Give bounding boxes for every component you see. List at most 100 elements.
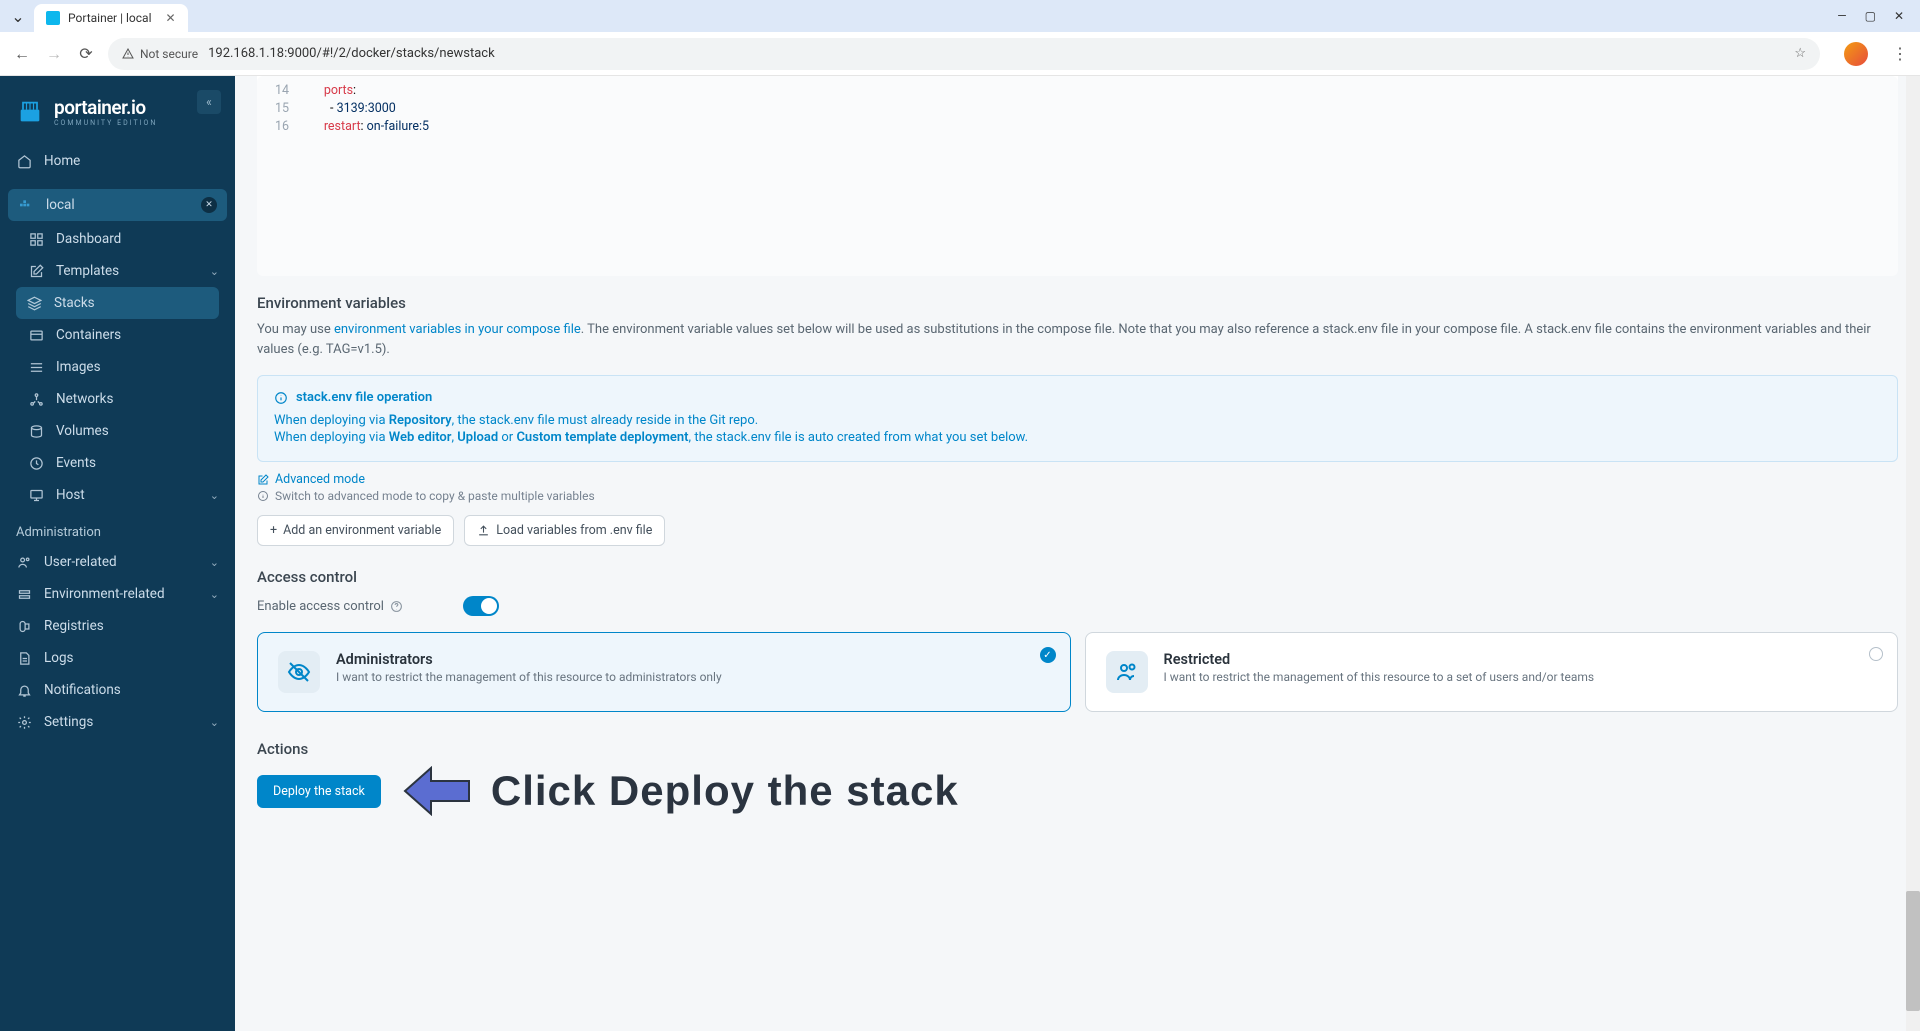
main-content: 141516 ports: - 3139:3000 restart: on-fa…: [235, 76, 1920, 1031]
unselected-radio-icon: [1869, 647, 1883, 661]
sidebar-item-images[interactable]: Images: [0, 351, 235, 383]
browser-menu-icon[interactable]: ⋮: [1892, 44, 1908, 63]
sidebar: « portainer.io COMMUNITY EDITION Home lo…: [0, 76, 235, 1031]
bell-icon: [16, 682, 32, 698]
access-card-desc: I want to restrict the management of thi…: [1164, 670, 1878, 684]
sidebar-collapse-button[interactable]: «: [197, 90, 221, 114]
scrollbar-thumb[interactable]: [1906, 891, 1920, 1011]
events-icon: [28, 455, 44, 471]
sidebar-item-home[interactable]: Home: [0, 145, 235, 177]
help-circle-icon[interactable]: [390, 600, 403, 613]
logo-subtitle: COMMUNITY EDITION: [54, 119, 157, 127]
images-icon: [28, 359, 44, 375]
scrollbar[interactable]: [1906, 76, 1920, 1031]
env-close-icon[interactable]: ✕: [201, 197, 217, 213]
chevron-down-icon: ⌄: [210, 265, 219, 278]
env-help-text: You may use environment variables in you…: [257, 320, 1898, 359]
access-control-toggle[interactable]: [463, 596, 499, 616]
logs-icon: [16, 650, 32, 666]
profile-avatar[interactable]: [1844, 42, 1868, 66]
minimize-icon[interactable]: —: [1837, 9, 1846, 23]
chevron-down-icon: ⌄: [210, 716, 219, 729]
sidebar-item-stacks[interactable]: Stacks: [16, 287, 219, 319]
maximize-icon[interactable]: ▢: [1865, 9, 1876, 23]
info-box-title: stack.env file operation: [274, 390, 1881, 405]
containers-icon: [28, 327, 44, 343]
close-window-icon[interactable]: ✕: [1894, 9, 1904, 23]
home-icon: [16, 153, 32, 169]
env-section-title: Environment variables: [257, 294, 1898, 312]
browser-tab-strip: ⌄ Portainer | local ✕ — ▢ ✕: [0, 0, 1920, 32]
volumes-icon: [28, 423, 44, 439]
sidebar-item-registries[interactable]: Registries: [0, 610, 235, 642]
host-icon: [28, 487, 44, 503]
gear-icon: [16, 714, 32, 730]
url-box[interactable]: Not secure 192.168.1.18:9000/#!/2/docker…: [108, 38, 1820, 70]
templates-icon: [28, 263, 44, 279]
sidebar-item-containers[interactable]: Containers: [0, 319, 235, 351]
plus-icon: +: [270, 523, 277, 538]
docker-icon: [18, 197, 34, 213]
annotation-text: Click Deploy the stack: [491, 767, 959, 815]
editor-card: 141516 ports: - 3139:3000 restart: on-fa…: [257, 76, 1898, 276]
tab-close-icon[interactable]: ✕: [166, 11, 176, 25]
logo-text: portainer.io: [54, 96, 157, 119]
access-card-restricted[interactable]: Restricted I want to restrict the manage…: [1085, 632, 1899, 712]
sidebar-item-events[interactable]: Events: [0, 447, 235, 479]
admin-section-label: Administration: [0, 511, 235, 546]
deploy-stack-button[interactable]: Deploy the stack: [257, 775, 381, 808]
sidebar-item-settings[interactable]: Settings ⌄: [0, 706, 235, 738]
browser-tab[interactable]: Portainer | local ✕: [34, 4, 188, 32]
sidebar-item-user-related[interactable]: User-related ⌄: [0, 546, 235, 578]
networks-icon: [28, 391, 44, 407]
environment-icon: [16, 586, 32, 602]
sidebar-item-environment-related[interactable]: Environment-related ⌄: [0, 578, 235, 610]
annotation-arrow-icon: [401, 766, 471, 816]
access-control-title: Access control: [257, 568, 1898, 586]
sidebar-environment-local[interactable]: local ✕: [8, 189, 227, 221]
chevron-down-icon: ⌄: [210, 588, 219, 601]
code-editor[interactable]: 141516 ports: - 3139:3000 restart: on-fa…: [257, 76, 1898, 276]
access-card-desc: I want to restrict the management of thi…: [336, 670, 1050, 684]
restricted-users-icon: [1106, 651, 1148, 693]
advanced-mode-help: Switch to advanced mode to copy & paste …: [257, 489, 1898, 503]
sidebar-item-host[interactable]: Host ⌄: [0, 479, 235, 511]
address-bar-row: ← → ⟳ Not secure 192.168.1.18:9000/#!/2/…: [0, 32, 1920, 76]
stack-env-info-box: stack.env file operation When deploying …: [257, 375, 1898, 462]
sidebar-item-dashboard[interactable]: Dashboard: [0, 223, 235, 255]
sidebar-item-logs[interactable]: Logs: [0, 642, 235, 674]
not-secure-badge[interactable]: Not secure: [122, 47, 198, 61]
sidebar-item-notifications[interactable]: Notifications: [0, 674, 235, 706]
tab-dropdown-icon[interactable]: ⌄: [8, 6, 28, 26]
reload-button[interactable]: ⟳: [76, 44, 96, 64]
chevron-down-icon: ⌄: [210, 489, 219, 502]
sidebar-item-volumes[interactable]: Volumes: [0, 415, 235, 447]
editor-gutter: 141516: [257, 76, 299, 276]
access-card-administrators[interactable]: Administrators I want to restrict the ma…: [257, 632, 1071, 712]
advanced-mode-link[interactable]: Advanced mode: [257, 472, 1898, 487]
warning-icon: [122, 48, 134, 60]
add-env-var-button[interactable]: + Add an environment variable: [257, 515, 454, 546]
stacks-icon: [26, 295, 42, 311]
bookmark-star-icon[interactable]: ☆: [1794, 46, 1806, 61]
sidebar-item-networks[interactable]: Networks: [0, 383, 235, 415]
enable-access-control-label: Enable access control: [257, 599, 403, 614]
url-text: 192.168.1.18:9000/#!/2/docker/stacks/new…: [208, 46, 495, 61]
info-small-icon: [257, 490, 269, 502]
admin-eye-off-icon: [278, 651, 320, 693]
info-line-1: When deploying via Repository, the stack…: [274, 413, 1881, 428]
back-button[interactable]: ←: [12, 44, 32, 64]
load-env-file-button[interactable]: Load variables from .env file: [464, 515, 665, 546]
registries-icon: [16, 618, 32, 634]
editor-lines[interactable]: ports: - 3139:3000 restart: on-failure:5: [299, 76, 429, 276]
actions-title: Actions: [257, 740, 1898, 758]
access-card-title: Restricted: [1164, 651, 1878, 668]
window-controls: — ▢ ✕: [1837, 9, 1912, 23]
sidebar-item-templates[interactable]: Templates ⌄: [0, 255, 235, 287]
tab-title: Portainer | local: [68, 11, 152, 25]
portainer-logo-icon: [16, 98, 44, 126]
forward-button[interactable]: →: [44, 44, 64, 64]
info-icon: [274, 391, 288, 405]
chevron-down-icon: ⌄: [210, 556, 219, 569]
env-help-link[interactable]: environment variables in your compose fi…: [334, 322, 581, 337]
